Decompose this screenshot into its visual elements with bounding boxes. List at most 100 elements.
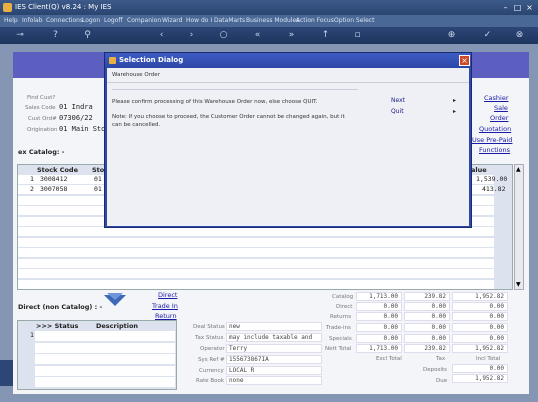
delete-icon[interactable]: ▫ bbox=[352, 30, 363, 41]
due-field: 1,952.82 bbox=[452, 374, 508, 383]
menu-connections[interactable]: Connections bbox=[46, 17, 83, 24]
rate-book-field: none bbox=[226, 376, 322, 385]
col-value: alue bbox=[471, 166, 487, 174]
sys-ref-field: 155673867IA bbox=[226, 355, 322, 364]
table-row[interactable] bbox=[35, 377, 175, 387]
dialog-option-next[interactable]: Next bbox=[391, 97, 405, 104]
dialog-close-button[interactable]: × bbox=[459, 55, 470, 66]
total-tax: 0.00 bbox=[404, 312, 450, 321]
side-tab[interactable] bbox=[0, 360, 13, 386]
total-tax: 239.82 bbox=[404, 344, 450, 353]
table-row[interactable] bbox=[35, 343, 175, 353]
tax-label: Tax bbox=[436, 356, 446, 362]
scroll-down-icon[interactable]: ▼ bbox=[516, 281, 521, 288]
dialog-option-quit[interactable]: Quit bbox=[391, 108, 404, 115]
catalog-heading: ex Catalog: - bbox=[18, 148, 65, 156]
total-incl: 0.00 bbox=[452, 302, 508, 311]
origination-field[interactable]: 01 Main Stor bbox=[59, 125, 110, 133]
rate-book-label: Rate Book bbox=[196, 378, 225, 384]
total-excl: 0.00 bbox=[356, 302, 402, 311]
direct-heading: Direct (non Catalog) : - bbox=[18, 303, 103, 311]
excl-total-label: Excl Total bbox=[376, 356, 402, 362]
total-tax: 0.00 bbox=[404, 302, 450, 311]
table-row[interactable] bbox=[35, 331, 175, 341]
menu-companion[interactable]: Companion bbox=[127, 17, 161, 24]
total-incl: 1,952.82 bbox=[452, 344, 508, 353]
totals-label: Specials bbox=[329, 336, 352, 342]
table-row[interactable] bbox=[18, 269, 494, 278]
direct-link[interactable]: Direct bbox=[158, 291, 177, 299]
col-stock-code: Stock Code bbox=[37, 166, 78, 174]
use-pre-paid-link[interactable]: Use Pre-Paid bbox=[472, 136, 512, 144]
dialog-body: Warehouse Order Please confirm processin… bbox=[107, 68, 469, 226]
cust-order-field[interactable]: 07306/22 bbox=[59, 114, 93, 122]
dialog-divider bbox=[112, 89, 358, 90]
cancel-icon[interactable]: ⊗ bbox=[514, 30, 525, 41]
menu-logoff[interactable]: Logoff bbox=[104, 17, 123, 24]
dialog-subtitle-bar: Warehouse Order bbox=[107, 68, 469, 83]
total-incl: 1,952.82 bbox=[452, 292, 508, 301]
row-stock-code: 3008412 bbox=[40, 175, 68, 183]
sale-link[interactable]: Sale bbox=[494, 104, 508, 112]
order-link[interactable]: Order bbox=[490, 114, 508, 122]
cust-order-label: Cust Ord# bbox=[28, 116, 57, 122]
return-link[interactable]: Return bbox=[155, 312, 177, 320]
sales-code-label: Sales Code bbox=[25, 105, 56, 111]
maximize-icon[interactable]: □ bbox=[513, 3, 522, 12]
last-icon[interactable]: » bbox=[286, 30, 297, 41]
menu-logon[interactable]: Logon bbox=[82, 17, 100, 24]
functions-link[interactable]: Functions bbox=[479, 146, 510, 154]
menu-help[interactable]: Help bbox=[4, 17, 18, 24]
menu-datamarts[interactable]: DataMarts bbox=[214, 17, 245, 24]
refresh-icon[interactable]: ○ bbox=[218, 30, 229, 41]
confirm-icon[interactable]: ✓ bbox=[482, 30, 493, 41]
chevron-right-icon[interactable]: ▸ bbox=[453, 108, 456, 115]
totals-label: Returns bbox=[330, 314, 352, 320]
deal-status-label: Deal Status bbox=[193, 324, 225, 330]
chevron-right-icon[interactable]: ▸ bbox=[453, 97, 456, 104]
quotation-link[interactable]: Quotation bbox=[479, 125, 511, 133]
sales-code-field[interactable]: 01 Indra bbox=[59, 103, 93, 111]
first-icon[interactable]: « bbox=[252, 30, 263, 41]
table-row[interactable] bbox=[18, 248, 494, 257]
print-icon[interactable]: ⊕ bbox=[446, 30, 457, 41]
total-excl: 0.00 bbox=[356, 323, 402, 332]
table-row[interactable] bbox=[35, 366, 175, 376]
table-row[interactable] bbox=[18, 259, 494, 268]
menu-business-modules[interactable]: Business Modules bbox=[246, 17, 299, 24]
menu-how-do-i[interactable]: How do I bbox=[186, 17, 212, 24]
dialog-title-bar: Selection Dialog bbox=[105, 53, 471, 68]
close-icon[interactable]: × bbox=[525, 3, 534, 12]
minimize-icon[interactable]: – bbox=[501, 3, 510, 12]
table-row[interactable] bbox=[18, 238, 494, 247]
trade-in-link[interactable]: Trade In bbox=[152, 302, 178, 310]
back-icon[interactable]: ‹ bbox=[156, 30, 167, 41]
col-status: >>> Status bbox=[36, 322, 79, 330]
help-icon[interactable]: ? bbox=[50, 30, 61, 41]
total-excl: 1,713.00 bbox=[356, 292, 402, 301]
menu-infolab[interactable]: Infolab bbox=[22, 17, 43, 24]
row-number: 1 bbox=[30, 331, 34, 339]
total-incl: 0.00 bbox=[452, 323, 508, 332]
catalog-scrollbar[interactable]: ▲ ▼ bbox=[514, 164, 524, 290]
table-row[interactable] bbox=[18, 227, 494, 236]
table-row[interactable] bbox=[35, 354, 175, 364]
sys-ref-label: Sys Ref # bbox=[198, 357, 225, 363]
title-bar: IES Client(Q) v8.24 : My IES – □ × bbox=[0, 0, 538, 15]
scroll-up-icon[interactable]: ▲ bbox=[516, 166, 521, 173]
menu-option-select[interactable]: Option Select bbox=[334, 17, 374, 24]
cashier-link[interactable]: Cashier bbox=[484, 94, 509, 102]
currency-label: Currency bbox=[199, 368, 224, 374]
search-icon[interactable]: ⚲ bbox=[82, 30, 93, 41]
currency-field: LOCAL R bbox=[226, 366, 322, 375]
menu-action-focus[interactable]: Action Focus bbox=[296, 17, 334, 24]
menu-wizard[interactable]: Wizard bbox=[162, 17, 182, 24]
forward-icon[interactable]: › bbox=[186, 30, 197, 41]
dialog-title: Selection Dialog bbox=[119, 56, 184, 64]
table-row[interactable] bbox=[18, 280, 494, 289]
expand-arrow-icon[interactable] bbox=[104, 293, 126, 307]
key-icon[interactable]: ⊸ bbox=[10, 30, 30, 41]
col-description: Description bbox=[96, 322, 139, 330]
toolbar: ⊸ ? ⚲ ‹ › ○ « » ↑ ▫ ⊕ ✓ ⊗ bbox=[0, 27, 538, 44]
insert-icon[interactable]: ↑ bbox=[320, 30, 331, 41]
